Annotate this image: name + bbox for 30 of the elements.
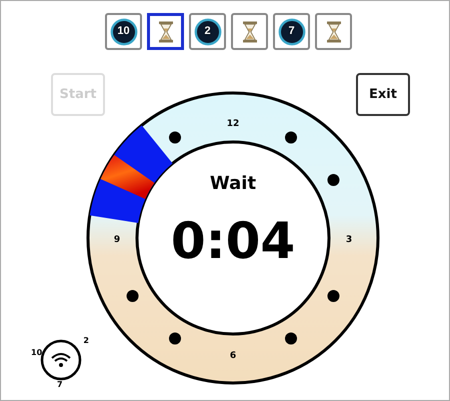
hour-dot <box>169 132 181 144</box>
hour-dot <box>327 290 340 302</box>
status-label: Wait <box>210 173 256 194</box>
timer-readout: 0:04 <box>170 212 296 270</box>
hour-dot <box>285 132 297 144</box>
timer-button[interactable]: 10 <box>105 13 142 50</box>
timer-button[interactable] <box>231 13 268 50</box>
hour-dot <box>126 290 139 302</box>
countdown-icon <box>192 16 222 46</box>
hour-dot <box>285 332 297 344</box>
hour-label: 6 <box>230 351 236 361</box>
hour-label: 9 <box>114 235 120 245</box>
hour-label: 3 <box>346 235 352 245</box>
hour-dot <box>169 332 181 344</box>
wifi-label: 7 <box>57 381 63 389</box>
wifi-label: 10 <box>31 349 42 357</box>
timer-button[interactable] <box>147 13 184 50</box>
timer-number: 7 <box>288 26 295 37</box>
timer-button[interactable]: 7 <box>273 13 310 50</box>
timer-number: 10 <box>117 26 130 37</box>
timer-button[interactable]: 2 <box>189 13 226 50</box>
wifi-label: 2 <box>83 337 89 345</box>
hour-label: 12 <box>226 119 240 129</box>
timer-hand[interactable] <box>100 154 154 199</box>
countdown-icon <box>276 16 306 46</box>
hour-dot <box>327 174 340 186</box>
countdown-icon <box>108 16 138 46</box>
timer-button[interactable] <box>315 13 352 50</box>
exit-button[interactable]: Exit <box>356 73 410 116</box>
timer-number: 2 <box>204 26 211 37</box>
